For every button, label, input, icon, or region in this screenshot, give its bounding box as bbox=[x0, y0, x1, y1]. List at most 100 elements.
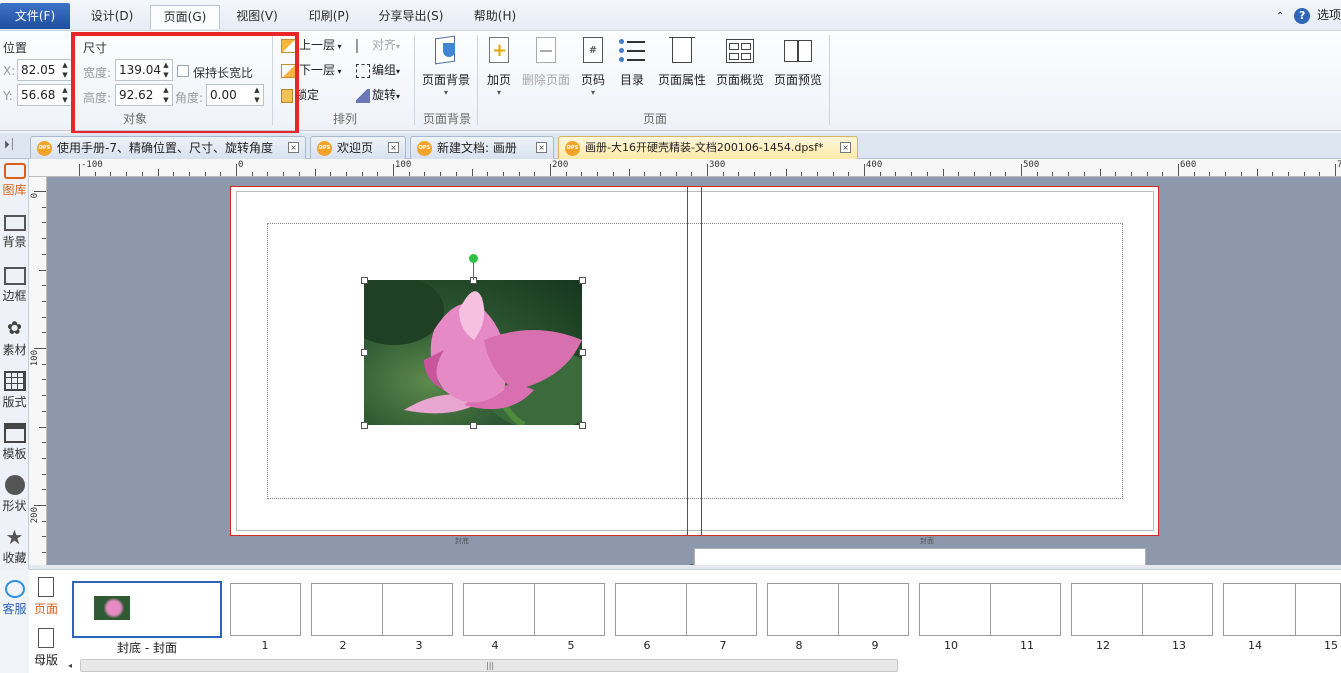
page-overview-button[interactable]: 页面概览 bbox=[714, 35, 766, 88]
ruler-tick bbox=[188, 172, 190, 176]
thumbnail-number: 8 bbox=[795, 639, 803, 652]
sidebar-item-material[interactable]: ✿ 素材 bbox=[0, 319, 29, 358]
close-tab-icon[interactable]: × bbox=[840, 142, 851, 153]
rotation-handle[interactable] bbox=[469, 254, 478, 263]
resize-handle-nw[interactable] bbox=[361, 277, 368, 284]
ruler-tick bbox=[42, 552, 46, 554]
ruler-tick bbox=[1021, 164, 1022, 176]
x-label: X: bbox=[3, 64, 16, 78]
lotus-photo[interactable] bbox=[364, 280, 582, 425]
sidebar-item-background[interactable]: 背景 bbox=[0, 215, 29, 250]
tab-active-album[interactable]: DPS 画册-大16开硬壳精装-文档200106-1454.dpsf* × bbox=[558, 136, 858, 159]
add-page-button[interactable]: + 加页 ▾ bbox=[483, 35, 515, 97]
vertical-ruler: 0 100 200 bbox=[29, 177, 47, 569]
resize-handle-s[interactable] bbox=[470, 422, 477, 429]
arrange-group-label: 排列 bbox=[332, 112, 357, 126]
delete-page-button[interactable]: 删除页面 bbox=[520, 35, 572, 88]
sidebar-item-template[interactable]: 模板 bbox=[0, 423, 29, 462]
tab-new-album[interactable]: DPS 新建文档: 画册 × bbox=[410, 136, 554, 159]
ruler-tick bbox=[267, 172, 269, 176]
sidebar-label: 图库 bbox=[2, 183, 27, 197]
thumbnail-scrollbar[interactable]: ||| bbox=[80, 659, 898, 672]
toc-button[interactable]: 目录 bbox=[616, 35, 648, 88]
sidebar-item-support[interactable]: 客服 bbox=[0, 580, 29, 617]
ruler-tick bbox=[408, 172, 410, 176]
menu-design[interactable]: 设计(D) bbox=[78, 5, 146, 29]
scroll-grip-icon: ||| bbox=[486, 661, 495, 670]
spin-arrows-icon[interactable]: ▲ ▼ bbox=[60, 85, 70, 105]
dps-icon: DPS bbox=[565, 141, 580, 156]
resize-handle-se[interactable] bbox=[579, 422, 586, 429]
ruler-tick bbox=[251, 172, 253, 176]
page-properties-icon bbox=[667, 35, 697, 67]
thumbnail-spread[interactable] bbox=[615, 583, 757, 636]
close-tab-icon[interactable]: × bbox=[388, 142, 399, 153]
y-position-field[interactable]: 56.68 ▲ ▼ bbox=[17, 84, 72, 106]
group-button[interactable]: 编组▾ bbox=[356, 59, 400, 81]
menu-page[interactable]: 页面(G) bbox=[150, 5, 220, 29]
ruler-tick bbox=[79, 164, 80, 176]
ruler-tick bbox=[1319, 172, 1321, 176]
ruler-number: 300 bbox=[709, 160, 726, 170]
thumbnail-spread[interactable] bbox=[919, 583, 1061, 636]
scroll-left-icon[interactable]: ◂ bbox=[68, 659, 78, 672]
ruler-tick bbox=[42, 316, 46, 318]
close-tab-icon[interactable]: × bbox=[288, 142, 299, 153]
tab-title: 欢迎页 bbox=[337, 141, 374, 155]
bring-forward-label: 上一层 bbox=[299, 38, 336, 52]
ruler-tick bbox=[675, 172, 677, 176]
page-preview-button[interactable]: 页面预览 bbox=[772, 35, 824, 88]
sidebar-item-shapes[interactable]: 形状 bbox=[0, 475, 29, 514]
panel-toggle-icon[interactable]: ⏵⏐ bbox=[4, 138, 16, 152]
page-number-button[interactable]: # 页码 ▾ bbox=[578, 35, 608, 97]
ruler-tick bbox=[832, 172, 834, 176]
bottom-tab-master[interactable]: 母版 bbox=[32, 628, 60, 668]
page-properties-button[interactable]: 页面属性 bbox=[656, 35, 708, 88]
x-position-field[interactable]: 82.05 ▲ ▼ bbox=[17, 59, 72, 81]
thumbnail-cover[interactable] bbox=[72, 581, 222, 638]
options-link[interactable]: 选项 bbox=[1317, 8, 1341, 22]
menu-help[interactable]: 帮助(H) bbox=[464, 5, 526, 29]
rotate-button[interactable]: 旋转▾ bbox=[356, 84, 400, 106]
page-background-button[interactable]: 页面背景 ▾ bbox=[420, 35, 472, 97]
thumbnail-spread[interactable] bbox=[1223, 583, 1341, 636]
menu-share-export[interactable]: 分享导出(S) bbox=[370, 5, 452, 29]
thumbnail-spread[interactable] bbox=[767, 583, 909, 636]
tab-welcome[interactable]: DPS 欢迎页 × bbox=[310, 136, 406, 159]
thumbnail-spread[interactable] bbox=[1071, 583, 1213, 636]
spin-arrows-icon[interactable]: ▲ ▼ bbox=[60, 60, 70, 80]
menu-file[interactable]: 文件(F) bbox=[0, 3, 70, 29]
ruler-tick bbox=[801, 172, 803, 176]
ruler-tick bbox=[94, 172, 96, 176]
ruler-tick bbox=[377, 172, 379, 176]
resize-handle-e[interactable] bbox=[579, 349, 586, 356]
thumbnail-page[interactable] bbox=[230, 583, 301, 636]
sidebar-item-border[interactable]: 边框 bbox=[0, 267, 29, 304]
delete-page-icon bbox=[531, 35, 561, 67]
sidebar-item-layout[interactable]: 版式 bbox=[0, 371, 29, 410]
ruler-tick bbox=[628, 169, 630, 176]
x-position-value: 82.05 bbox=[21, 63, 56, 77]
thumbnail-spread[interactable] bbox=[311, 583, 453, 636]
star-icon: ★ bbox=[5, 525, 24, 549]
ruler-tick bbox=[1240, 172, 1242, 176]
resize-handle-ne[interactable] bbox=[579, 277, 586, 284]
horizontal-ruler: -100 0 100 200 300 400 500 600 70 bbox=[29, 159, 1341, 177]
ruler-tick bbox=[550, 164, 551, 176]
menu-print[interactable]: 印刷(P) bbox=[298, 5, 360, 29]
ruler-number: 0 bbox=[238, 160, 244, 170]
help-icon[interactable]: ? bbox=[1294, 7, 1311, 24]
align-button[interactable]: 对齐▾ bbox=[356, 34, 400, 56]
sidebar-item-gallery[interactable]: 图库 bbox=[0, 163, 29, 198]
collapse-ribbon-icon[interactable]: ⌃ bbox=[1276, 11, 1284, 22]
ruler-tick bbox=[42, 536, 46, 538]
resize-handle-w[interactable] bbox=[361, 349, 368, 356]
sidebar-label: 模板 bbox=[2, 447, 27, 461]
bottom-tab-page[interactable]: 页面 bbox=[32, 577, 60, 617]
thumbnail-spread[interactable] bbox=[463, 583, 605, 636]
menu-view[interactable]: 视图(V) bbox=[226, 5, 288, 29]
resize-handle-sw[interactable] bbox=[361, 422, 368, 429]
sidebar-item-favorites[interactable]: ★ 收藏 bbox=[0, 527, 29, 566]
close-tab-icon[interactable]: × bbox=[536, 142, 547, 153]
tab-manual[interactable]: DPS 使用手册-7、精确位置、尺寸、旋转角度 × bbox=[30, 136, 306, 159]
